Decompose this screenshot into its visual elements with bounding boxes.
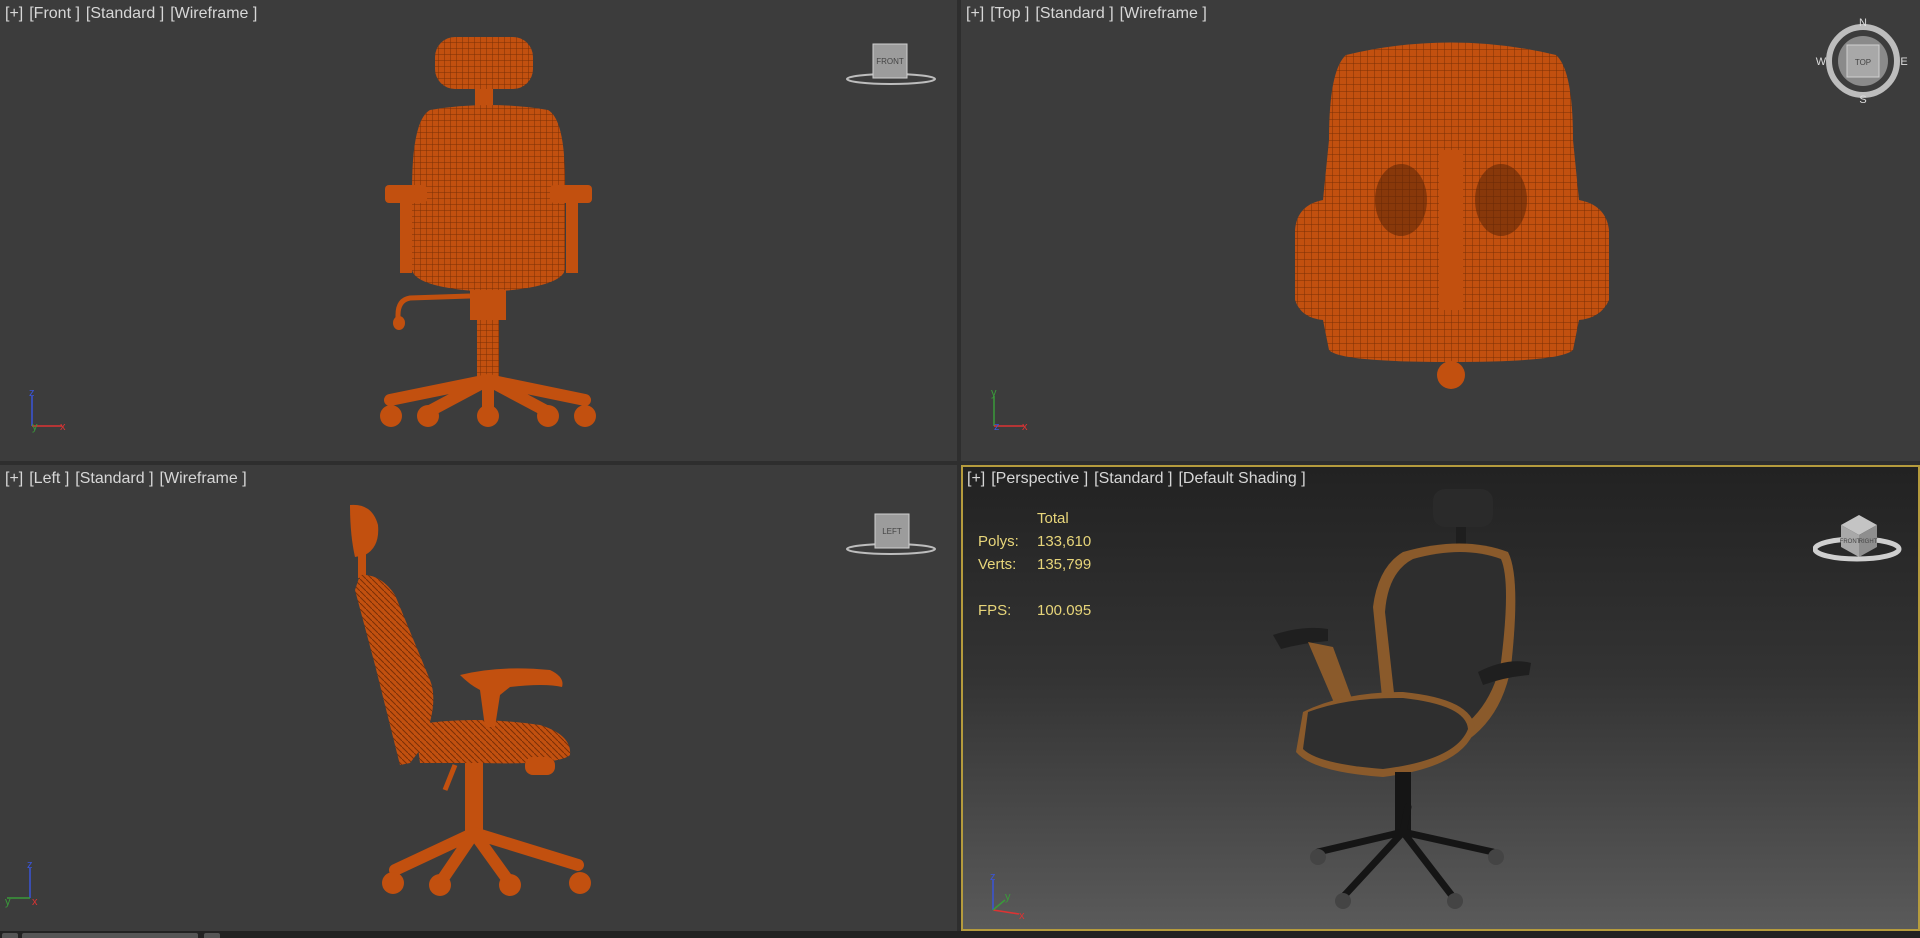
compass-west: W [1816,56,1827,68]
bottom-status-bar [0,931,1920,938]
axis-gizmo-perspective: z y x [983,872,1033,922]
timeline-tab-2[interactable] [204,933,220,938]
svg-text:x: x [32,896,38,908]
timeline-tab[interactable] [2,933,18,938]
svg-text:z: z [29,388,35,399]
chair-wireframe-left[interactable] [350,504,591,896]
timeline-slider[interactable] [22,933,198,938]
top-scene [1295,42,1609,390]
viewport-layout: [+] [Front ] [Standard ] [Wireframe ] FR… [0,0,1920,938]
svg-text:x: x [1022,421,1028,433]
compass-south: S [1859,94,1866,105]
front-scene [380,37,596,427]
viewcube-perspective[interactable]: FRONT RIGHT [1813,505,1905,565]
axis-gizmo-front: z y x [24,388,74,438]
viewport-perspective[interactable]: [+] [Perspective ] [Standard ] [Default Sha… [961,465,1920,931]
viewcube-front[interactable]: FRONT [845,40,937,90]
svg-text:y: y [5,896,11,908]
viewcube-front-face[interactable]: FRONT [876,57,904,66]
viewcube-left[interactable]: LEFT [845,510,937,560]
svg-text:y: y [1005,891,1011,903]
svg-text:z: z [27,860,33,871]
svg-text:y: y [32,421,38,433]
viewport-front[interactable]: [+] [Front ] [Standard ] [Wireframe ] FR… [0,0,957,461]
viewcube-top[interactable]: TOP N S E W [1811,15,1911,105]
svg-text:x: x [1019,910,1025,922]
chair-rendered[interactable] [1273,489,1531,909]
perspective-scene [1273,489,1531,909]
viewcube-left-face[interactable]: LEFT [882,527,902,536]
svg-text:y: y [991,388,997,399]
left-scene [350,504,591,896]
compass-north: N [1859,17,1867,29]
viewcube-front-face[interactable]: FRONT [1840,539,1861,545]
svg-text:x: x [60,421,66,433]
svg-text:z: z [990,872,996,883]
axis-gizmo-left: z y x [5,860,55,910]
compass-east: E [1900,56,1907,68]
chair-wireframe-front[interactable] [380,37,596,427]
axis-gizmo-top: y z x [986,388,1036,438]
viewport-left[interactable]: [+] [Left ] [Standard ] [Wireframe ] LEF… [0,465,957,931]
svg-text:z: z [994,421,1000,433]
viewcube-right-face[interactable]: RIGHT [1859,539,1878,545]
viewcube-top-face[interactable]: TOP [1855,58,1871,67]
viewport-top[interactable]: [+] [Top ] [Standard ] [Wireframe ] TOP … [961,0,1920,461]
chair-wireframe-top[interactable] [1295,42,1609,390]
